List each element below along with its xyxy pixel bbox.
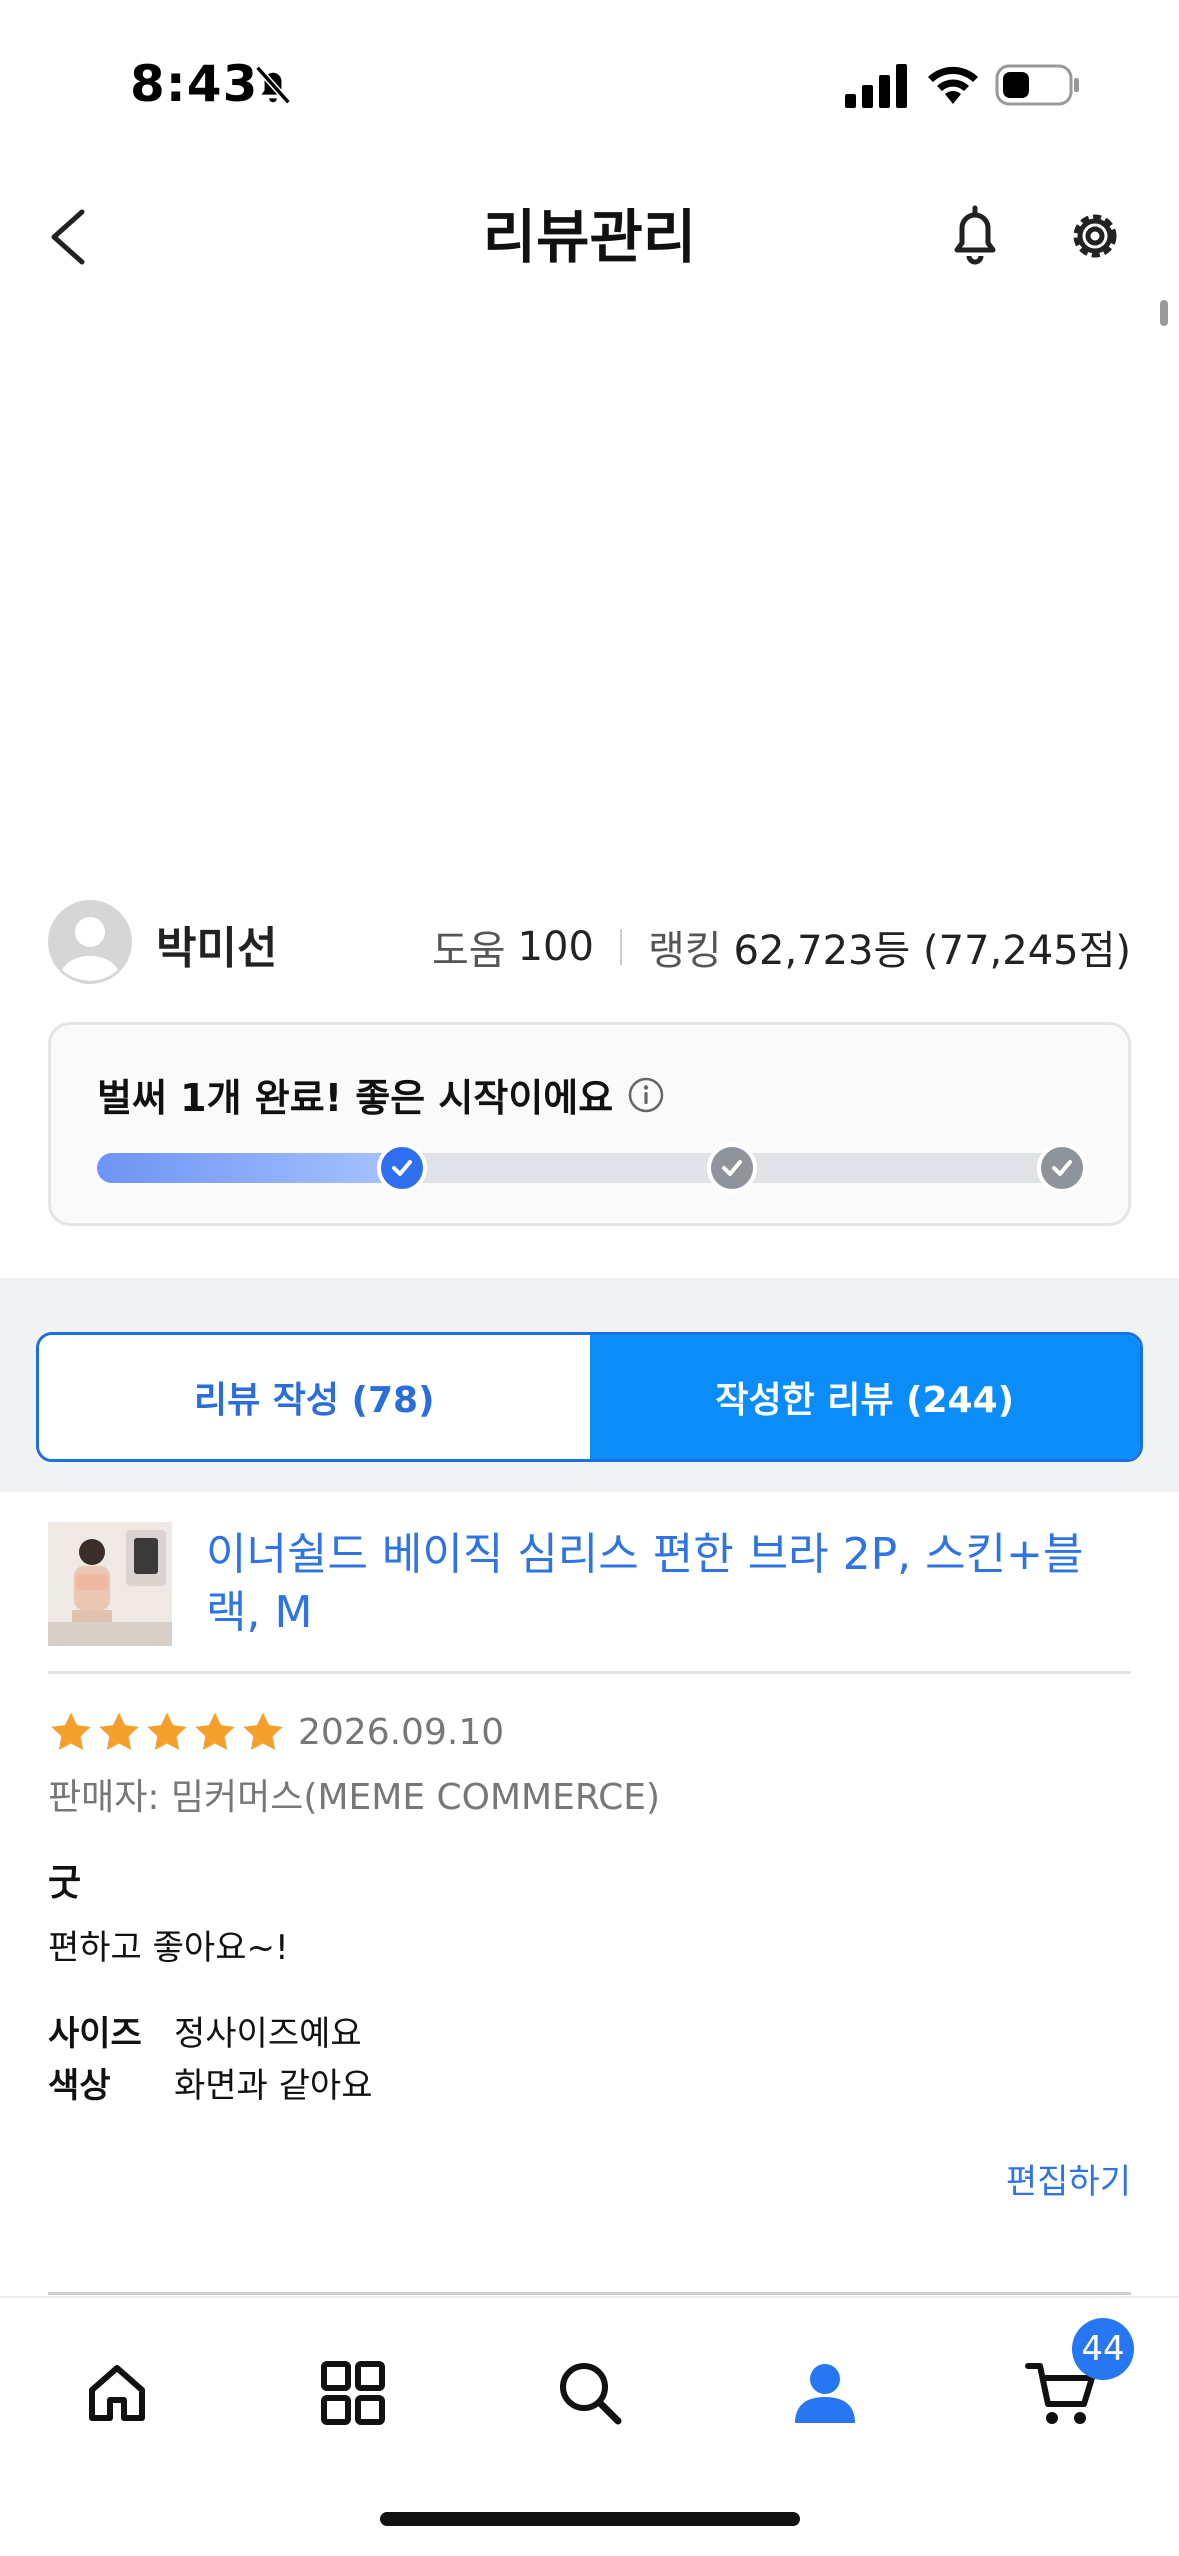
home-indicator[interactable] [380,2512,800,2526]
product-thumbnail[interactable] [48,1522,172,1646]
edit-review-link[interactable]: 편집하기 [1006,2154,1131,2203]
progress-message-text: 벌써 1개 완료! 좋은 시작이에요 [97,1076,614,1120]
divider [48,1671,1131,1674]
info-icon[interactable] [627,1076,665,1114]
progress-track [97,1143,1087,1193]
help-value: 100 [517,924,594,970]
search-icon[interactable] [545,2348,635,2438]
my-page-icon[interactable] [780,2348,870,2438]
ranking-label: 랭킹 [647,928,722,974]
status-bar: 8:43 [0,0,1179,170]
star-icon [99,1712,139,1751]
divider [48,2292,1131,2295]
seller-name: 판매자: 밈커머스(MEME COMMERCE) [48,1777,661,1818]
help-label: 도움 [431,928,506,974]
star-icon [195,1712,235,1751]
avatar [48,900,132,984]
profile-row: 박미선 도움 100 랭킹 62,723등 (77,245점) [48,898,1131,988]
progress-message: 벌써 1개 완료! 좋은 시작이에요 [97,1067,665,1122]
user-stats: 도움 100 랭킹 62,723등 (77,245점) [432,918,1131,976]
attribute-size: 사이즈 정사이즈예요 [48,2006,362,2055]
attribute-value: 정사이즈예요 [174,2014,362,2054]
review-title: 굿 [48,1863,82,1904]
star-icon [147,1712,187,1751]
tab-write-review[interactable]: 리뷰 작성 (78) [39,1335,590,1459]
bell-slash-icon [255,65,291,105]
category-icon[interactable] [308,2348,398,2438]
battery-icon [995,64,1079,106]
status-time: 8:43 [130,55,259,113]
stats-divider [619,929,622,965]
star-icon [243,1712,283,1751]
bell-icon[interactable] [940,194,1010,274]
progress-card: 벌써 1개 완료! 좋은 시작이에요 [48,1022,1131,1226]
attribute-value: 화면과 같아요 [174,2066,373,2106]
progress-fill [97,1153,402,1183]
review-body: 편하고 좋아요~! [48,1928,289,1968]
step-pending-check-icon [707,1143,757,1193]
review-date: 2026.09.10 [298,1711,505,1753]
star-icon [51,1712,91,1751]
tabs-band: 리뷰 작성 (78) 작성한 리뷰 (244) [0,1278,1179,1492]
scroll-indicator[interactable] [1160,300,1168,326]
ranking-value: 62,723등 (77,245점) [733,928,1131,974]
header: 리뷰관리 [0,170,1179,300]
attribute-key: 사이즈 [48,2014,142,2054]
home-icon[interactable] [72,2348,162,2438]
cart-count-badge: 44 [1072,2318,1134,2380]
rating-row: 2026.09.10 [48,1702,504,1762]
attribute-key: 색상 [48,2066,111,2106]
step-completed-check-icon [377,1143,427,1193]
attribute-color: 색상 화면과 같아요 [48,2058,373,2107]
signal-icon [845,64,907,108]
wifi-icon [928,66,978,104]
tab-written-reviews[interactable]: 작성한 리뷰 (244) [589,1335,1140,1459]
step-pending-check-icon [1037,1143,1087,1193]
product-name[interactable]: 이너쉴드 베이직 심리스 편한 브라 2P, 스킨+블랙, M [206,1526,1106,1642]
product-row[interactable]: 이너쉴드 베이직 심리스 편한 브라 2P, 스킨+블랙, M [48,1522,1131,1672]
review-tabs: 리뷰 작성 (78) 작성한 리뷰 (244) [36,1332,1143,1462]
gear-icon[interactable] [1060,194,1130,274]
user-name: 박미선 [156,923,278,974]
